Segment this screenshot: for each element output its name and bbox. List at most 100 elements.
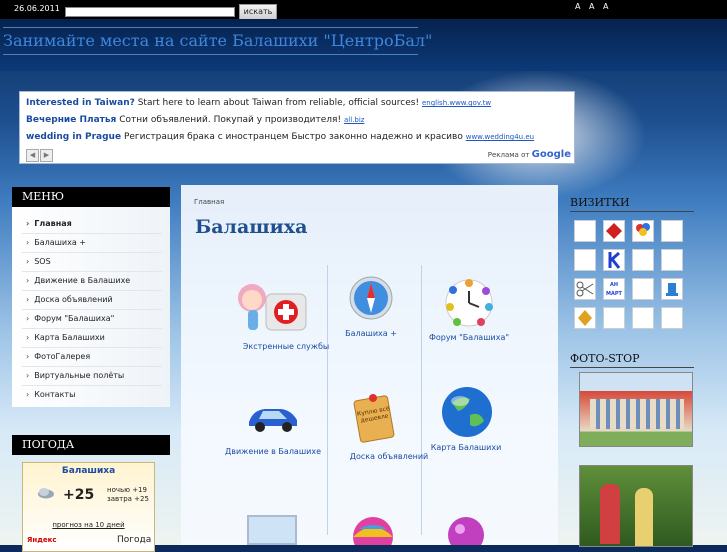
balloon-icon[interactable] [351,515,395,545]
first-aid-icon [238,284,307,331]
business-card[interactable] [574,278,596,300]
ad-text: Регистрация брака с иностранцем Быстро з… [123,132,463,142]
menu-item-balashikha-plus[interactable]: Балашиха + [26,238,86,247]
tile-label[interactable]: Карта Балашихи [376,443,556,452]
weather-night: ночью +19 [107,486,148,494]
disco-ball-icon[interactable] [446,515,486,545]
ad-text: Start here to learn about Taiwan from re… [137,98,420,108]
breadcrumb[interactable]: Главная [194,198,224,206]
ad-url[interactable]: www.wedding4u.eu [466,133,534,141]
divider [22,309,162,310]
menu-item-virtual-flights[interactable]: Виртуальные полёты [26,371,124,380]
business-card[interactable] [661,220,683,242]
google-logo: Google [531,149,571,160]
ad-text: Сотни объявлений. Покупай у производител… [119,115,342,125]
divider [327,265,328,535]
business-card[interactable] [603,307,625,329]
brand-logo-icon [606,223,622,239]
tile-balashikha-plus[interactable]: Балашиха + [345,275,397,338]
ad-title[interactable]: Вечерние Платья [26,115,116,125]
business-card[interactable] [661,249,683,271]
search-input[interactable] [65,7,235,17]
menu-item-contacts[interactable]: Контакты [26,390,75,399]
business-card[interactable] [632,249,654,271]
business-card[interactable] [574,307,596,329]
font-size-switcher[interactable]: A A A [575,2,612,11]
figure [635,488,653,546]
menu-item-board[interactable]: Доска объявлений [26,295,113,304]
business-card[interactable] [661,278,683,300]
business-card[interactable] [603,249,625,271]
ad-url[interactable]: english.www.gov.tw [422,99,491,107]
ad-item[interactable]: Вечерние Платья Сотни объявлений. Покупа… [26,115,364,125]
business-card[interactable] [632,307,654,329]
divider [570,367,694,368]
divider [22,385,162,386]
car-icon [249,409,297,432]
main-content: Главная Балашиха Экстренные службы Балаш… [181,185,558,545]
weather-city: Балашиха [61,466,116,476]
divider [22,347,162,348]
site-title[interactable]: Занимайте места на сайте Балашихи "Центр… [3,27,432,55]
weather-widget[interactable]: Балашиха +25 ночью +19 завтра +25 прогно… [22,462,155,552]
menu-item-home[interactable]: Главная [26,219,71,228]
menu-item-traffic[interactable]: Движение в Балашихе [26,276,130,285]
vizitki-title: ВИЗИТКИ [570,196,630,209]
ad-pager: ◀ ▶ [26,149,54,162]
business-card[interactable] [574,220,596,242]
building-windows [590,399,684,429]
menu-item-gallery[interactable]: ФотоГалерея [26,352,90,361]
ads-by-label: Реклама от [487,151,530,159]
right-column: ВИЗИТКИ АН МАРТ ФОТО-STOP [567,187,701,547]
diamond-icon [578,310,592,326]
photo-tile-icon[interactable] [247,515,297,545]
ad-block: Interested in Taiwan? Start here to lear… [19,91,575,164]
menu-item-sos[interactable]: SOS [26,257,50,266]
search-button[interactable]: искать [239,4,277,20]
ad-item[interactable]: Interested in Taiwan? Start here to lear… [26,98,491,108]
menu-item-map[interactable]: Карта Балашихи [26,333,105,342]
tile-label[interactable]: Доска объявлений [299,452,479,461]
weather-provider-label: Погода [117,535,152,545]
scissors-icon [576,281,594,297]
divider [22,328,162,329]
ad-title[interactable]: Interested in Taiwan? [26,98,135,108]
cloud-icon [38,488,54,499]
tile-forum[interactable]: Форум "Балашиха" [429,277,509,342]
business-card[interactable]: АН МАРТ [603,278,625,300]
yandex-logo[interactable]: Яндекс [27,536,57,544]
ad-url[interactable]: all.biz [344,116,364,124]
business-card[interactable] [661,307,683,329]
tile-label[interactable]: Экстренные службы [196,342,376,351]
globe-icon [442,387,492,437]
card-label: АН МАРТ [606,282,622,297]
figure [600,484,620,544]
clock-icon [445,279,493,327]
current-date: 26.06.2011 [14,4,60,13]
ad-title[interactable]: wedding in Prague [26,132,121,142]
balloons-icon [636,223,650,236]
divider [22,366,162,367]
forecast-link[interactable]: прогноз на 10 дней [23,521,154,529]
photostop-title: ФОТО-STOP [570,352,640,365]
tile-label[interactable]: Форум "Балашиха" [379,333,559,342]
weather-temp: +25 [63,487,95,503]
compass-icon [349,276,393,320]
next-arrow-icon[interactable]: ▶ [40,149,53,162]
tile-map[interactable]: Карта Балашихи [431,385,501,452]
tile-traffic[interactable]: Движение в Балашихе [225,400,321,456]
business-card[interactable] [632,220,654,242]
tile-board[interactable]: Куплю всё дешевле Доска объявлений [350,390,428,461]
prev-arrow-icon[interactable]: ◀ [26,149,39,162]
ads-by-google[interactable]: Реклама от Google [488,149,571,160]
divider [570,211,694,212]
menu-item-forum[interactable]: Форум "Балашиха" [26,314,114,323]
photo-scarecrows[interactable] [579,465,693,547]
business-card[interactable] [632,278,654,300]
business-card[interactable] [603,220,625,242]
divider [22,271,162,272]
ad-item[interactable]: wedding in Prague Регистрация брака с ин… [26,132,534,142]
photo-school[interactable] [579,372,693,447]
business-card[interactable] [574,249,596,271]
tap-icon [666,283,678,296]
